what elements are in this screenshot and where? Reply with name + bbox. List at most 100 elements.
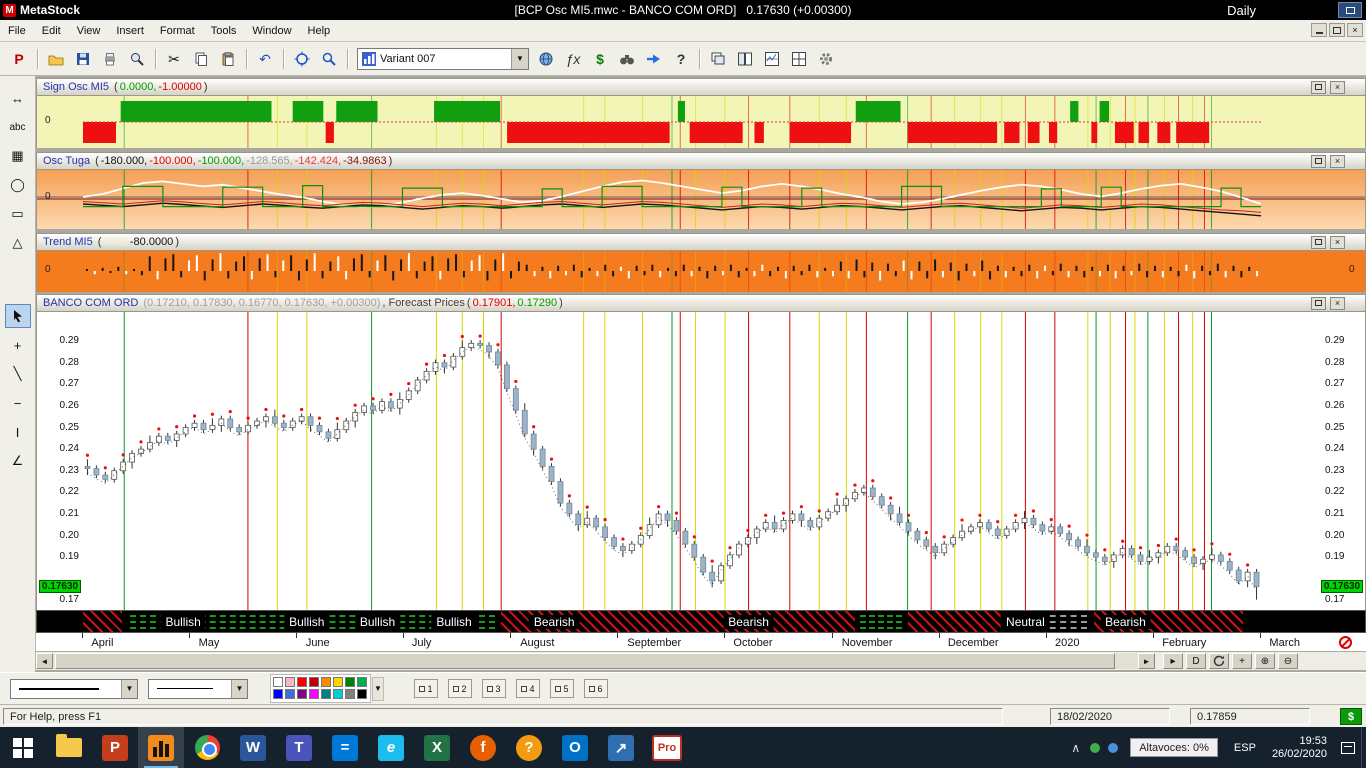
panel-splitter-tool[interactable]: ↔: [5, 86, 31, 110]
cut-button[interactable]: ✂: [161, 47, 187, 71]
taskbar-file-explorer[interactable]: [46, 727, 92, 768]
layout-template-dropdown[interactable]: Variant 007 ▼: [357, 48, 529, 70]
zoom-out-button[interactable]: ⊖: [1278, 653, 1298, 669]
angle-tool[interactable]: ∠: [5, 449, 31, 473]
dropdown-arrow-icon[interactable]: ▼: [511, 49, 528, 69]
explorer-button[interactable]: [533, 47, 559, 71]
cascade-windows-button[interactable]: [705, 47, 731, 71]
page-right-button[interactable]: ▸: [1163, 653, 1183, 669]
horizontal-line-tool[interactable]: −: [5, 391, 31, 415]
explorer-scan-button[interactable]: [614, 47, 640, 71]
panel-price-chart[interactable]: 0.17630 0.17630 0.290.290.280.280.270.27…: [36, 312, 1366, 610]
panel-close-button[interactable]: ×: [1330, 155, 1345, 168]
trendline-tool[interactable]: ╲: [5, 362, 31, 386]
mdi-restore-button[interactable]: [1329, 23, 1345, 37]
zoom-reset-button[interactable]: ⊕: [1255, 653, 1275, 669]
panel-header-trend[interactable]: Trend MI5 (0.00,-80.0000) ×: [36, 233, 1366, 251]
palette-color-8[interactable]: [357, 677, 367, 687]
options-button[interactable]: [813, 47, 839, 71]
text-tool[interactable]: abc: [5, 115, 31, 139]
open-chart-button[interactable]: [43, 47, 69, 71]
print-button[interactable]: [97, 47, 123, 71]
palette-color-11[interactable]: [297, 689, 307, 699]
template-button-6[interactable]: 6: [584, 679, 608, 698]
zoom-button[interactable]: [316, 47, 342, 71]
menu-format[interactable]: Format: [160, 25, 195, 37]
power-console-button[interactable]: P: [6, 47, 32, 71]
taskbar-help-app[interactable]: ?: [506, 727, 552, 768]
palette-color-2[interactable]: [285, 677, 295, 687]
palette-color-15[interactable]: [345, 689, 355, 699]
periodicity-daily-button[interactable]: D: [1186, 653, 1206, 669]
taskbar-metastock[interactable]: [138, 727, 184, 768]
panel-sign-osc-chart[interactable]: 0: [36, 96, 1366, 148]
system-tester-button[interactable]: [641, 47, 667, 71]
scroll-left-button[interactable]: ◄: [36, 653, 53, 669]
save-button[interactable]: [70, 47, 96, 71]
dollar-button[interactable]: $: [587, 47, 613, 71]
paste-button[interactable]: [215, 47, 241, 71]
grid-layout-button[interactable]: [786, 47, 812, 71]
panel-restore-button[interactable]: [1311, 297, 1326, 310]
panel-osc-tuga-chart[interactable]: 0: [36, 170, 1366, 229]
menu-edit[interactable]: Edit: [42, 25, 61, 37]
taskbar-screen-share[interactable]: ↗: [598, 727, 644, 768]
taskbar-excel[interactable]: X: [414, 727, 460, 768]
panel-restore-button[interactable]: [1311, 236, 1326, 249]
mdi-minimize-button[interactable]: [1311, 23, 1327, 37]
palette-color-16[interactable]: [357, 689, 367, 699]
taskbar-firefox[interactable]: f: [460, 727, 506, 768]
scrollbar-thumb[interactable]: [55, 653, 1115, 669]
zoom-in-button[interactable]: +: [1232, 653, 1252, 669]
mdi-close-button[interactable]: ×: [1347, 23, 1363, 37]
hidden-icons-chevron[interactable]: ∧: [1065, 741, 1086, 755]
palette-color-5[interactable]: [321, 677, 331, 687]
panel-close-button[interactable]: ×: [1330, 297, 1345, 310]
expert-advisor-button[interactable]: ?: [668, 47, 694, 71]
palette-dropdown-arrow[interactable]: ▼: [372, 677, 384, 701]
dropdown-arrow-icon[interactable]: ▼: [121, 680, 137, 698]
line-style-select[interactable]: ▼: [10, 679, 138, 699]
undo-button[interactable]: ↶: [252, 47, 278, 71]
restore-window-button[interactable]: [1338, 2, 1362, 18]
pointer-tool[interactable]: [5, 304, 31, 328]
panel-close-button[interactable]: ×: [1330, 81, 1345, 94]
indicator-builder-button[interactable]: ƒx: [560, 47, 586, 71]
template-button-3[interactable]: 3: [482, 679, 506, 698]
copy-button[interactable]: [188, 47, 214, 71]
crosshair-button[interactable]: [289, 47, 315, 71]
panel-restore-button[interactable]: [1311, 155, 1326, 168]
template-button-2[interactable]: 2: [448, 679, 472, 698]
palette-color-3[interactable]: [297, 677, 307, 687]
refresh-button[interactable]: [1209, 653, 1229, 669]
taskbar-powerpoint[interactable]: P: [92, 727, 138, 768]
menu-tools[interactable]: Tools: [211, 25, 237, 37]
template-button-5[interactable]: 5: [550, 679, 574, 698]
palette-color-1[interactable]: [273, 677, 283, 687]
taskbar-calculator[interactable]: =: [322, 727, 368, 768]
app-tray-icon[interactable]: [1108, 743, 1118, 753]
panel-restore-button[interactable]: [1311, 81, 1326, 94]
palette-color-12[interactable]: [309, 689, 319, 699]
taskbar-internet-explorer[interactable]: e: [368, 727, 414, 768]
show-desktop-button[interactable]: [1361, 727, 1366, 768]
language-indicator[interactable]: ESP: [1226, 742, 1264, 754]
template-button-4[interactable]: 4: [516, 679, 540, 698]
taskbar-metastock-pro[interactable]: Pro: [644, 727, 690, 768]
scroll-right-button[interactable]: ►: [1138, 653, 1155, 669]
vertical-line-tool[interactable]: I: [5, 420, 31, 444]
panel-close-button[interactable]: ×: [1330, 236, 1345, 249]
rectangle-tool[interactable]: ▭: [5, 202, 31, 226]
action-center-icon[interactable]: [1341, 742, 1355, 754]
clock[interactable]: 19:5326/02/2020: [1264, 735, 1335, 761]
tile-charts-button[interactable]: [759, 47, 785, 71]
line-weight-select[interactable]: ▼: [148, 679, 248, 699]
menu-window[interactable]: Window: [252, 25, 291, 37]
palette-color-14[interactable]: [333, 689, 343, 699]
palette-color-9[interactable]: [273, 689, 283, 699]
taskbar-outlook[interactable]: O: [552, 727, 598, 768]
taskbar-start-button[interactable]: [0, 727, 46, 768]
panel-header-price[interactable]: BANCO COM ORD (0.17210, 0.17830, 0.16770…: [36, 294, 1366, 312]
template-button-1[interactable]: 1: [414, 679, 438, 698]
tile-windows-button[interactable]: [732, 47, 758, 71]
